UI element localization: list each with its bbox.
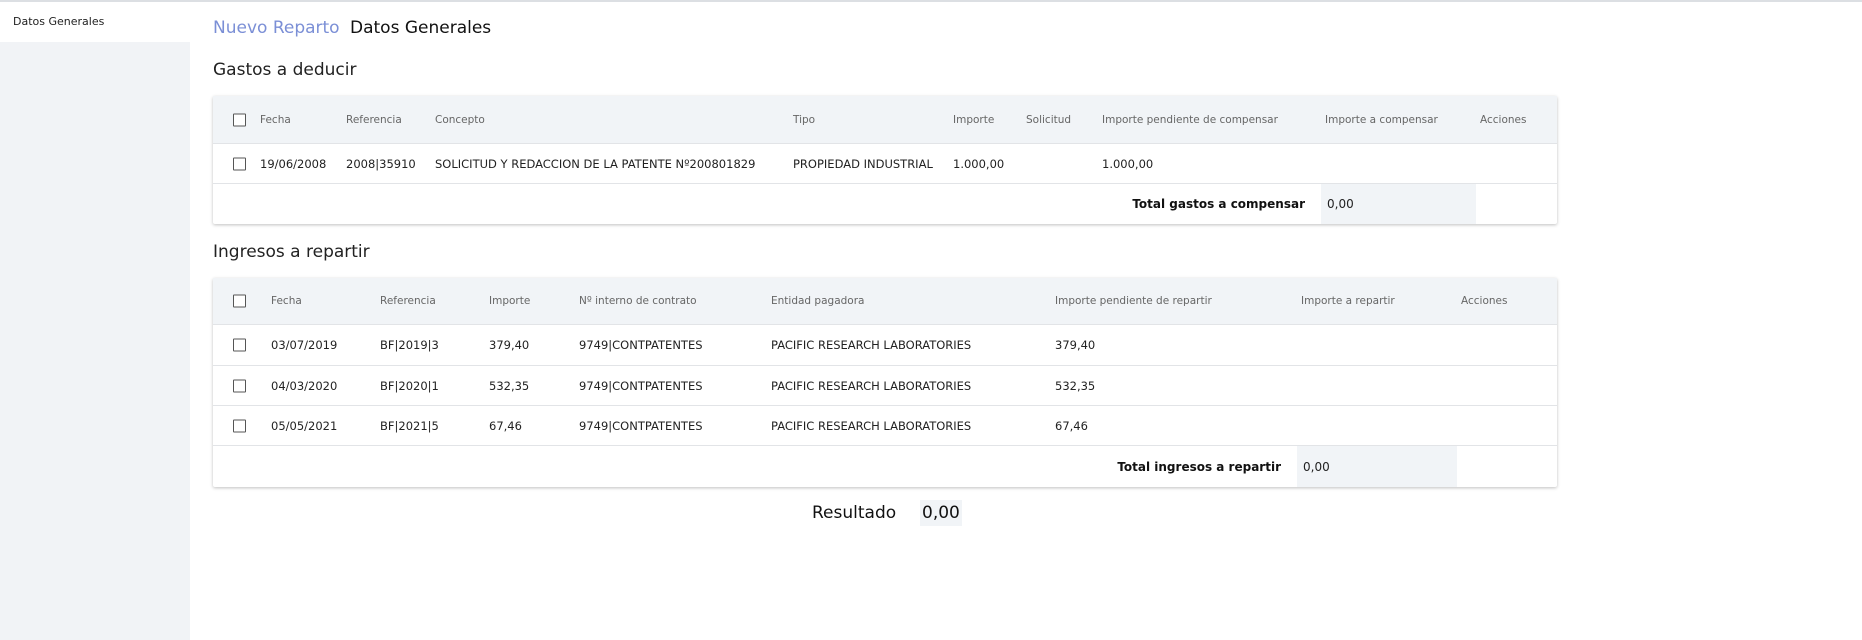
total-row: Total gastos a compensar 0,00	[213, 184, 1557, 224]
sidebar: Datos Generales	[0, 2, 190, 640]
resultado-value: 0,00	[920, 500, 962, 526]
table-row: 04/03/2020 BF|2020|1 532,35 9749|CONTPAT…	[213, 366, 1557, 406]
total-value: 0,00	[1321, 184, 1476, 224]
importe-pendiente: 67,46	[1055, 418, 1088, 433]
total-value: 0,00	[1297, 446, 1457, 487]
contrato: 9749|CONTPATENTES	[579, 338, 703, 352]
importe: 379,40	[489, 338, 530, 352]
resultado-label: Resultado	[812, 503, 897, 523]
table-row: 05/05/2021 BF|2021|5 67,46 9749|CONTPATE…	[213, 406, 1557, 446]
referencia: BF|2021|5	[380, 418, 439, 433]
contrato: 9749|CONTPATENTES	[579, 418, 703, 433]
select-all-checkbox[interactable]	[233, 294, 246, 308]
fecha: 04/03/2020	[271, 378, 338, 393]
col-acciones: Acciones	[1480, 113, 1527, 126]
importe-pendiente: 1.000,00	[1102, 156, 1154, 171]
sidebar-item-datos-generales[interactable]: Datos Generales	[0, 2, 190, 42]
col-importe-repartir[interactable]: Importe a repartir	[1301, 295, 1395, 307]
col-importe-compensar[interactable]: Importe a compensar	[1325, 114, 1438, 126]
row-checkbox[interactable]	[233, 419, 246, 432]
contrato: 9749|CONTPATENTES	[579, 378, 703, 393]
row-checkbox[interactable]	[233, 157, 246, 170]
col-tipo[interactable]: Tipo	[793, 114, 815, 126]
entidad: PACIFIC RESEARCH LABORATORIES	[771, 338, 972, 352]
col-referencia[interactable]: Referencia	[346, 114, 402, 126]
col-contrato[interactable]: Nº interno de contrato	[579, 295, 697, 307]
col-fecha[interactable]: Fecha	[271, 295, 302, 307]
entidad: PACIFIC RESEARCH LABORATORIES	[771, 418, 972, 433]
col-importe[interactable]: Importe	[489, 295, 530, 307]
col-solicitud[interactable]: Solicitud	[1026, 114, 1071, 126]
col-importe-pendiente[interactable]: Importe pendiente de compensar	[1102, 114, 1278, 126]
row-checkbox[interactable]	[233, 379, 246, 392]
table-row: 19/06/2008 2008|35910 SOLICITUD Y REDACC…	[213, 144, 1557, 184]
importe: 67,46	[489, 418, 522, 433]
referencia: 2008|35910	[346, 156, 416, 171]
select-all-checkbox[interactable]	[233, 113, 246, 126]
importe-pendiente: 532,35	[1055, 378, 1096, 393]
referencia: BF|2020|1	[380, 378, 439, 393]
table-row: 03/07/2019 BF|2019|3 379,40 9749|CONTPAT…	[213, 325, 1557, 366]
table-header: Fecha Referencia Concepto Tipo Importe S…	[213, 96, 1557, 144]
total-label: Total gastos a compensar	[1132, 197, 1305, 211]
total-row: Total ingresos a repartir 0,00	[213, 446, 1557, 487]
fecha: 19/06/2008	[260, 156, 327, 171]
col-fecha[interactable]: Fecha	[260, 114, 291, 126]
importe-pendiente: 379,40	[1055, 338, 1096, 352]
col-referencia[interactable]: Referencia	[380, 295, 436, 307]
ingresos-table: Fecha Referencia Importe Nº interno de c…	[213, 278, 1557, 487]
breadcrumb[interactable]: Nuevo Reparto	[213, 18, 340, 38]
ingresos-title: Ingresos a repartir	[213, 242, 370, 262]
gastos-table: Fecha Referencia Concepto Tipo Importe S…	[213, 96, 1557, 224]
tipo: PROPIEDAD INDUSTRIAL	[793, 156, 933, 171]
col-concepto[interactable]: Concepto	[435, 114, 485, 126]
entidad: PACIFIC RESEARCH LABORATORIES	[771, 378, 972, 393]
col-acciones: Acciones	[1461, 295, 1508, 307]
total-label: Total ingresos a repartir	[1117, 459, 1281, 474]
gastos-title: Gastos a deducir	[213, 60, 357, 80]
referencia: BF|2019|3	[380, 338, 439, 352]
fecha: 05/05/2021	[271, 418, 338, 433]
importe: 1.000,00	[953, 156, 1005, 171]
importe: 532,35	[489, 378, 530, 393]
page-title: Datos Generales	[350, 18, 492, 38]
table-header: Fecha Referencia Importe Nº interno de c…	[213, 278, 1557, 325]
row-checkbox[interactable]	[233, 338, 246, 352]
col-importe[interactable]: Importe	[953, 114, 994, 126]
fecha: 03/07/2019	[271, 338, 338, 352]
col-importe-pendiente[interactable]: Importe pendiente de repartir	[1055, 295, 1212, 307]
concepto: SOLICITUD Y REDACCION DE LA PATENTE Nº20…	[435, 156, 756, 171]
col-entidad[interactable]: Entidad pagadora	[771, 295, 864, 307]
